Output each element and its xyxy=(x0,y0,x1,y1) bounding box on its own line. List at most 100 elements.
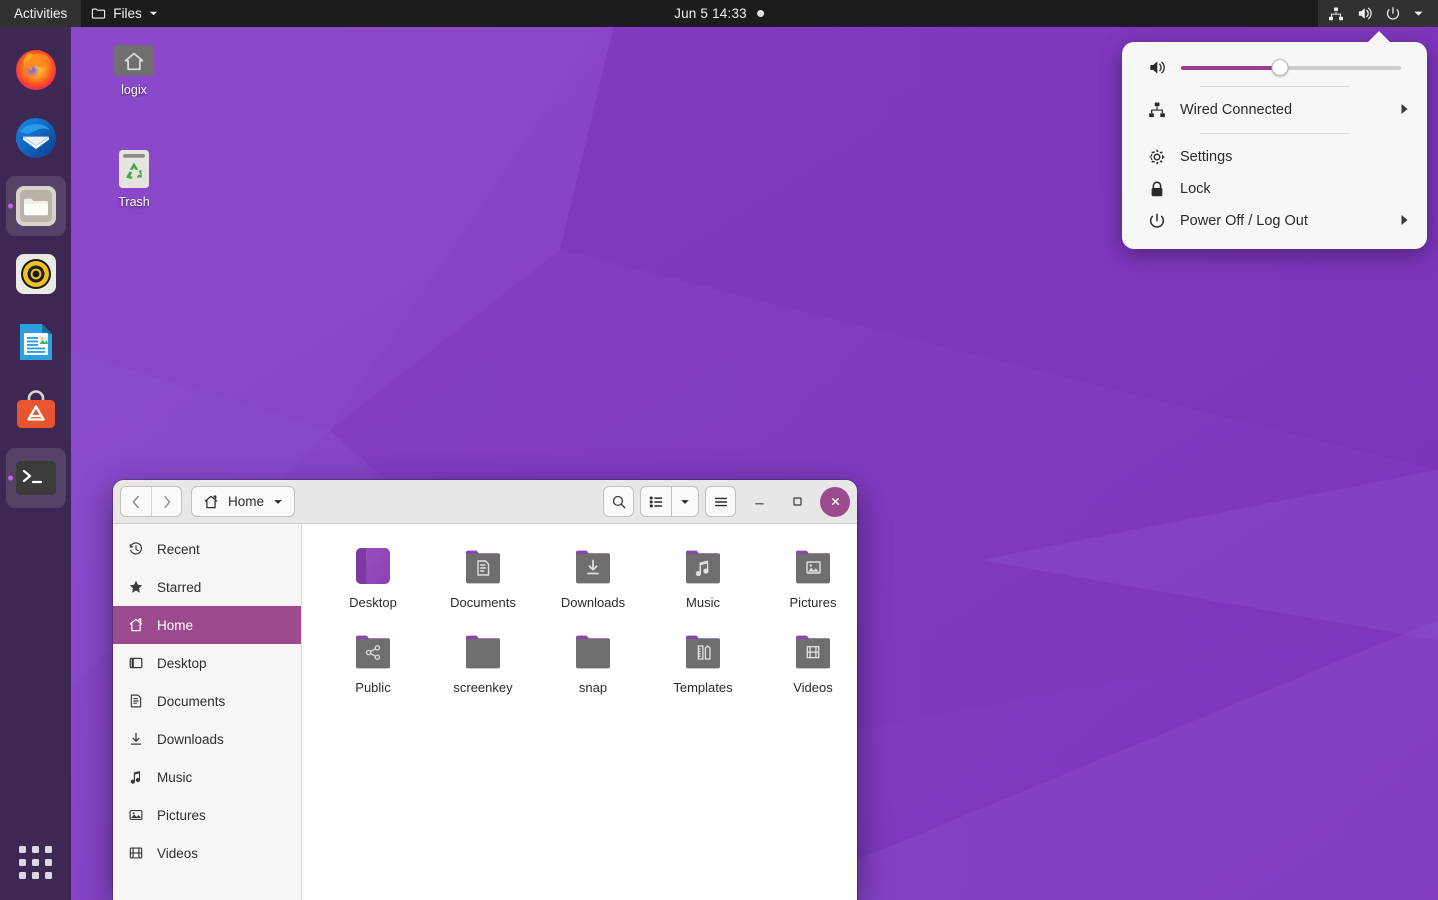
clock-button[interactable]: Jun 5 14:33 xyxy=(665,0,773,27)
view-options-dropdown[interactable] xyxy=(671,486,699,517)
menu-item-network[interactable]: Wired Connected xyxy=(1122,94,1427,126)
forward-button[interactable] xyxy=(151,487,181,516)
power-icon xyxy=(1148,212,1166,230)
file-item-music[interactable]: Music xyxy=(648,538,758,615)
slider-knob[interactable] xyxy=(1272,59,1289,76)
file-name: snap xyxy=(579,680,607,695)
sidebar-item-label: Starred xyxy=(157,580,201,595)
file-name: Documents xyxy=(450,595,516,610)
dock-item-rhythmbox[interactable] xyxy=(6,244,66,304)
sidebar-item-pictures[interactable]: Pictures xyxy=(113,796,301,834)
file-name: Music xyxy=(686,595,720,610)
file-name: Pictures xyxy=(790,595,837,610)
chevron-down-icon xyxy=(149,9,158,18)
sidebar: Recent Starred Home xyxy=(113,524,302,900)
file-name: Public xyxy=(355,680,390,695)
sidebar-item-home[interactable]: Home xyxy=(113,606,301,644)
file-grid-area: Desktop Documents xyxy=(302,524,857,900)
lock-icon xyxy=(1148,180,1166,198)
system-status-button[interactable] xyxy=(1318,0,1438,27)
video-icon xyxy=(127,845,144,861)
dock-item-terminal[interactable] xyxy=(6,448,66,508)
sidebar-item-documents[interactable]: Documents xyxy=(113,682,301,720)
file-item-videos[interactable]: Videos xyxy=(758,623,857,700)
file-item-pictures[interactable]: Pictures xyxy=(758,538,857,615)
wallpaper-thumbnail-icon xyxy=(348,544,398,590)
chevron-right-icon xyxy=(1400,214,1409,229)
download-icon xyxy=(127,731,144,747)
notification-indicator-icon xyxy=(757,10,764,17)
file-item-downloads[interactable]: Downloads xyxy=(538,538,648,615)
hamburger-menu-button[interactable] xyxy=(705,486,736,517)
show-applications-button[interactable] xyxy=(12,838,60,886)
network-wired-icon xyxy=(1328,6,1344,22)
path-label: Home xyxy=(228,494,264,509)
path-bar-home[interactable]: Home xyxy=(191,486,295,517)
file-item-desktop[interactable]: Desktop xyxy=(318,538,428,615)
menu-divider xyxy=(1200,133,1349,134)
menu-divider xyxy=(1200,86,1349,87)
power-label: Power Off / Log Out xyxy=(1180,213,1386,229)
chevron-down-icon xyxy=(273,497,283,507)
back-button[interactable] xyxy=(121,487,151,516)
chevron-right-icon xyxy=(1400,103,1409,118)
sidebar-item-videos[interactable]: Videos xyxy=(113,834,301,872)
file-item-snap[interactable]: snap xyxy=(538,623,648,700)
menu-item-lock[interactable]: Lock xyxy=(1122,173,1427,205)
clock-icon xyxy=(127,541,144,557)
folder-icon xyxy=(91,6,106,21)
app-grid-icon xyxy=(19,846,52,879)
desktop-icon-trash[interactable]: Trash xyxy=(86,146,182,209)
folder-pictures-icon xyxy=(788,544,838,590)
file-item-public[interactable]: Public xyxy=(318,623,428,700)
sidebar-item-recent[interactable]: Recent xyxy=(113,530,301,568)
dock xyxy=(0,27,71,900)
thunderbird-icon xyxy=(14,116,58,160)
sidebar-item-downloads[interactable]: Downloads xyxy=(113,720,301,758)
sidebar-item-desktop[interactable]: Desktop xyxy=(113,644,301,682)
chevron-down-icon xyxy=(1413,8,1424,19)
app-menu-button[interactable]: Files xyxy=(81,0,168,27)
dock-item-ubuntu-software[interactable] xyxy=(6,380,66,440)
folder-videos-icon xyxy=(788,629,838,675)
file-item-templates[interactable]: Templates xyxy=(648,623,758,700)
ubuntu-software-icon xyxy=(14,388,58,432)
close-button[interactable] xyxy=(820,487,850,517)
activities-button[interactable]: Activities xyxy=(0,0,81,27)
dock-item-files[interactable] xyxy=(6,176,66,236)
menu-item-power[interactable]: Power Off / Log Out xyxy=(1122,205,1427,237)
file-item-screenkey[interactable]: screenkey xyxy=(428,623,538,700)
dock-item-libreoffice-writer[interactable] xyxy=(6,312,66,372)
document-icon xyxy=(127,693,144,709)
file-name: Downloads xyxy=(561,595,625,610)
sidebar-item-music[interactable]: Music xyxy=(113,758,301,796)
volume-slider-row[interactable] xyxy=(1122,56,1427,79)
folder-downloads-icon xyxy=(568,544,618,590)
file-item-documents[interactable]: Documents xyxy=(428,538,538,615)
trash-icon xyxy=(113,146,155,192)
sidebar-item-label: Desktop xyxy=(157,656,207,671)
lock-label: Lock xyxy=(1180,181,1409,197)
desktop-icon-label: Trash xyxy=(118,195,150,209)
menu-item-settings[interactable]: Settings xyxy=(1122,141,1427,173)
folder-templates-icon xyxy=(678,629,728,675)
list-view-button[interactable] xyxy=(640,486,671,517)
libreoffice-writer-icon xyxy=(14,320,58,364)
top-bar: Activities Files Jun 5 14:33 xyxy=(0,0,1438,27)
sidebar-item-label: Music xyxy=(157,770,192,785)
volume-slider[interactable] xyxy=(1181,60,1401,76)
navigation-buttons xyxy=(120,486,182,517)
dock-item-firefox[interactable] xyxy=(6,40,66,100)
search-button[interactable] xyxy=(603,486,634,517)
file-name: screenkey xyxy=(453,680,512,695)
files-window: Home xyxy=(113,480,857,900)
folder-public-icon xyxy=(348,629,398,675)
desktop-icon-logix[interactable]: logix xyxy=(86,38,182,97)
clock-label: Jun 5 14:33 xyxy=(674,6,747,21)
minimize-button[interactable] xyxy=(744,487,774,517)
folder-music-icon xyxy=(678,544,728,590)
sidebar-item-starred[interactable]: Starred xyxy=(113,568,301,606)
dock-item-thunderbird[interactable] xyxy=(6,108,66,168)
network-label: Wired Connected xyxy=(1180,102,1386,118)
maximize-button[interactable] xyxy=(782,487,812,517)
